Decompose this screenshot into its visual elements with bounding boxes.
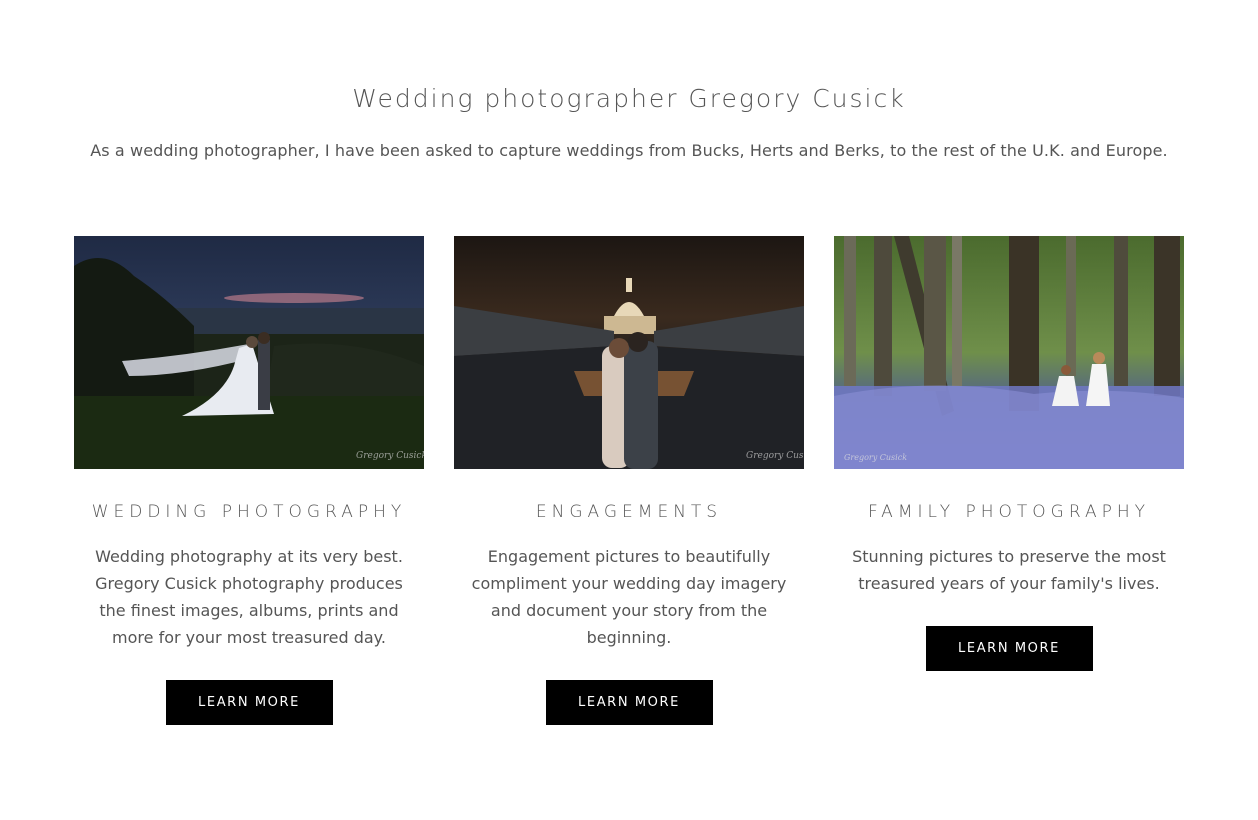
learn-more-button[interactable]: LEARN MORE (545, 680, 713, 725)
svg-text:Gregory Cusick: Gregory Cusick (746, 451, 804, 461)
card-engagements: Gregory Cusick ENGAGEMENTS Engagement pi… (454, 236, 804, 725)
card-heading: FAMILY PHOTOGRAPHY (867, 502, 1151, 522)
page: Wedding photographer Gregory Cusick As a… (0, 0, 1258, 820)
card-description: Wedding photography at its very best. Gr… (95, 547, 403, 647)
card-description: Stunning pictures to preserve the most t… (852, 547, 1166, 593)
card-heading: WEDDING PHOTOGRAPHY (91, 502, 407, 522)
card-family-photography: Gregory Cusick FAMILY PHOTOGRAPHY Stunni… (834, 236, 1184, 671)
card-heading: ENGAGEMENTS (535, 502, 723, 522)
engagement-photo-image[interactable]: Gregory Cusick (454, 236, 804, 469)
wedding-photo-image[interactable]: Gregory Cusick (74, 236, 424, 469)
svg-text:Gregory Cusick: Gregory Cusick (844, 453, 907, 462)
card-wedding-photography: Gregory Cusick WEDDING PHOTOGRAPHY Weddi… (74, 236, 424, 725)
page-subtitle: As a wedding photographer, I have been a… (90, 141, 1168, 160)
svg-text:Gregory Cusick: Gregory Cusick (356, 451, 424, 461)
card-description: Engagement pictures to beautifully compl… (471, 547, 787, 647)
learn-more-button[interactable]: LEARN MORE (925, 626, 1093, 671)
page-title: Wedding photographer Gregory Cusick (352, 84, 906, 113)
family-photo-image[interactable]: Gregory Cusick (834, 236, 1184, 469)
learn-more-button[interactable]: LEARN MORE (165, 680, 333, 725)
